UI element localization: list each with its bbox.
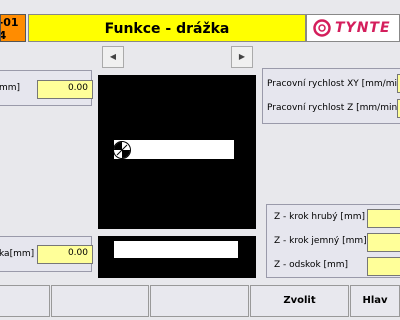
- param-label: mm]: [0, 83, 21, 93]
- z-rough-step-field[interactable]: 0: [367, 209, 400, 228]
- left-param-panel-bottom: ka[mm] 0.00: [0, 236, 93, 272]
- z-step-panel: Z - krok hrubý [mm] 0 Z - krok jemný [mm…: [266, 204, 400, 278]
- tyntec-logo: TYNTE: [306, 14, 400, 42]
- function-button-3[interactable]: [150, 285, 249, 317]
- tool-icon: [113, 141, 131, 159]
- arrow-right-icon: ▶: [238, 52, 246, 61]
- z-fine-step-label: Z - krok jemný [mm]: [274, 236, 367, 246]
- z-retract-label: Z - odskok [mm]: [274, 260, 349, 270]
- program-id-line1: 5-01: [1, 16, 19, 29]
- left-param-panel-top: mm] 0.00: [0, 70, 93, 106]
- arrow-left-icon: ◀: [109, 52, 117, 61]
- z-speed-label: Pracovní rychlost Z [mm/min]: [267, 103, 400, 113]
- function-button-1[interactable]: [0, 285, 50, 317]
- param-value-field[interactable]: 0.00: [37, 245, 93, 264]
- program-id-line2: 44: [1, 29, 25, 41]
- select-button[interactable]: Zvolit: [250, 285, 349, 317]
- logo-text: TYNTE: [335, 20, 391, 36]
- z-fine-step-field[interactable]: 0: [367, 233, 400, 252]
- groove-slot: [114, 140, 234, 159]
- param-label: ka[mm]: [0, 249, 35, 259]
- program-id-badge: 5-01 44: [0, 14, 26, 42]
- z-retract-field[interactable]: 0: [367, 257, 400, 276]
- prev-button[interactable]: ◀: [102, 46, 124, 68]
- function-button-2[interactable]: [51, 285, 149, 317]
- speed-panel: Pracovní rychlost XY [mm/min] Pracovní r…: [262, 68, 400, 124]
- param-value-field[interactable]: 0.00: [37, 80, 93, 99]
- groove-section-slot: [114, 241, 238, 258]
- z-rough-step-label: Z - krok hrubý [mm]: [274, 212, 365, 222]
- xy-speed-label: Pracovní rychlost XY [mm/min]: [267, 79, 400, 89]
- page-title: Funkce - drážka: [28, 14, 306, 42]
- main-menu-button[interactable]: Hlav: [350, 285, 400, 317]
- next-button[interactable]: ▶: [231, 46, 253, 68]
- logo-mark-icon: [313, 19, 331, 37]
